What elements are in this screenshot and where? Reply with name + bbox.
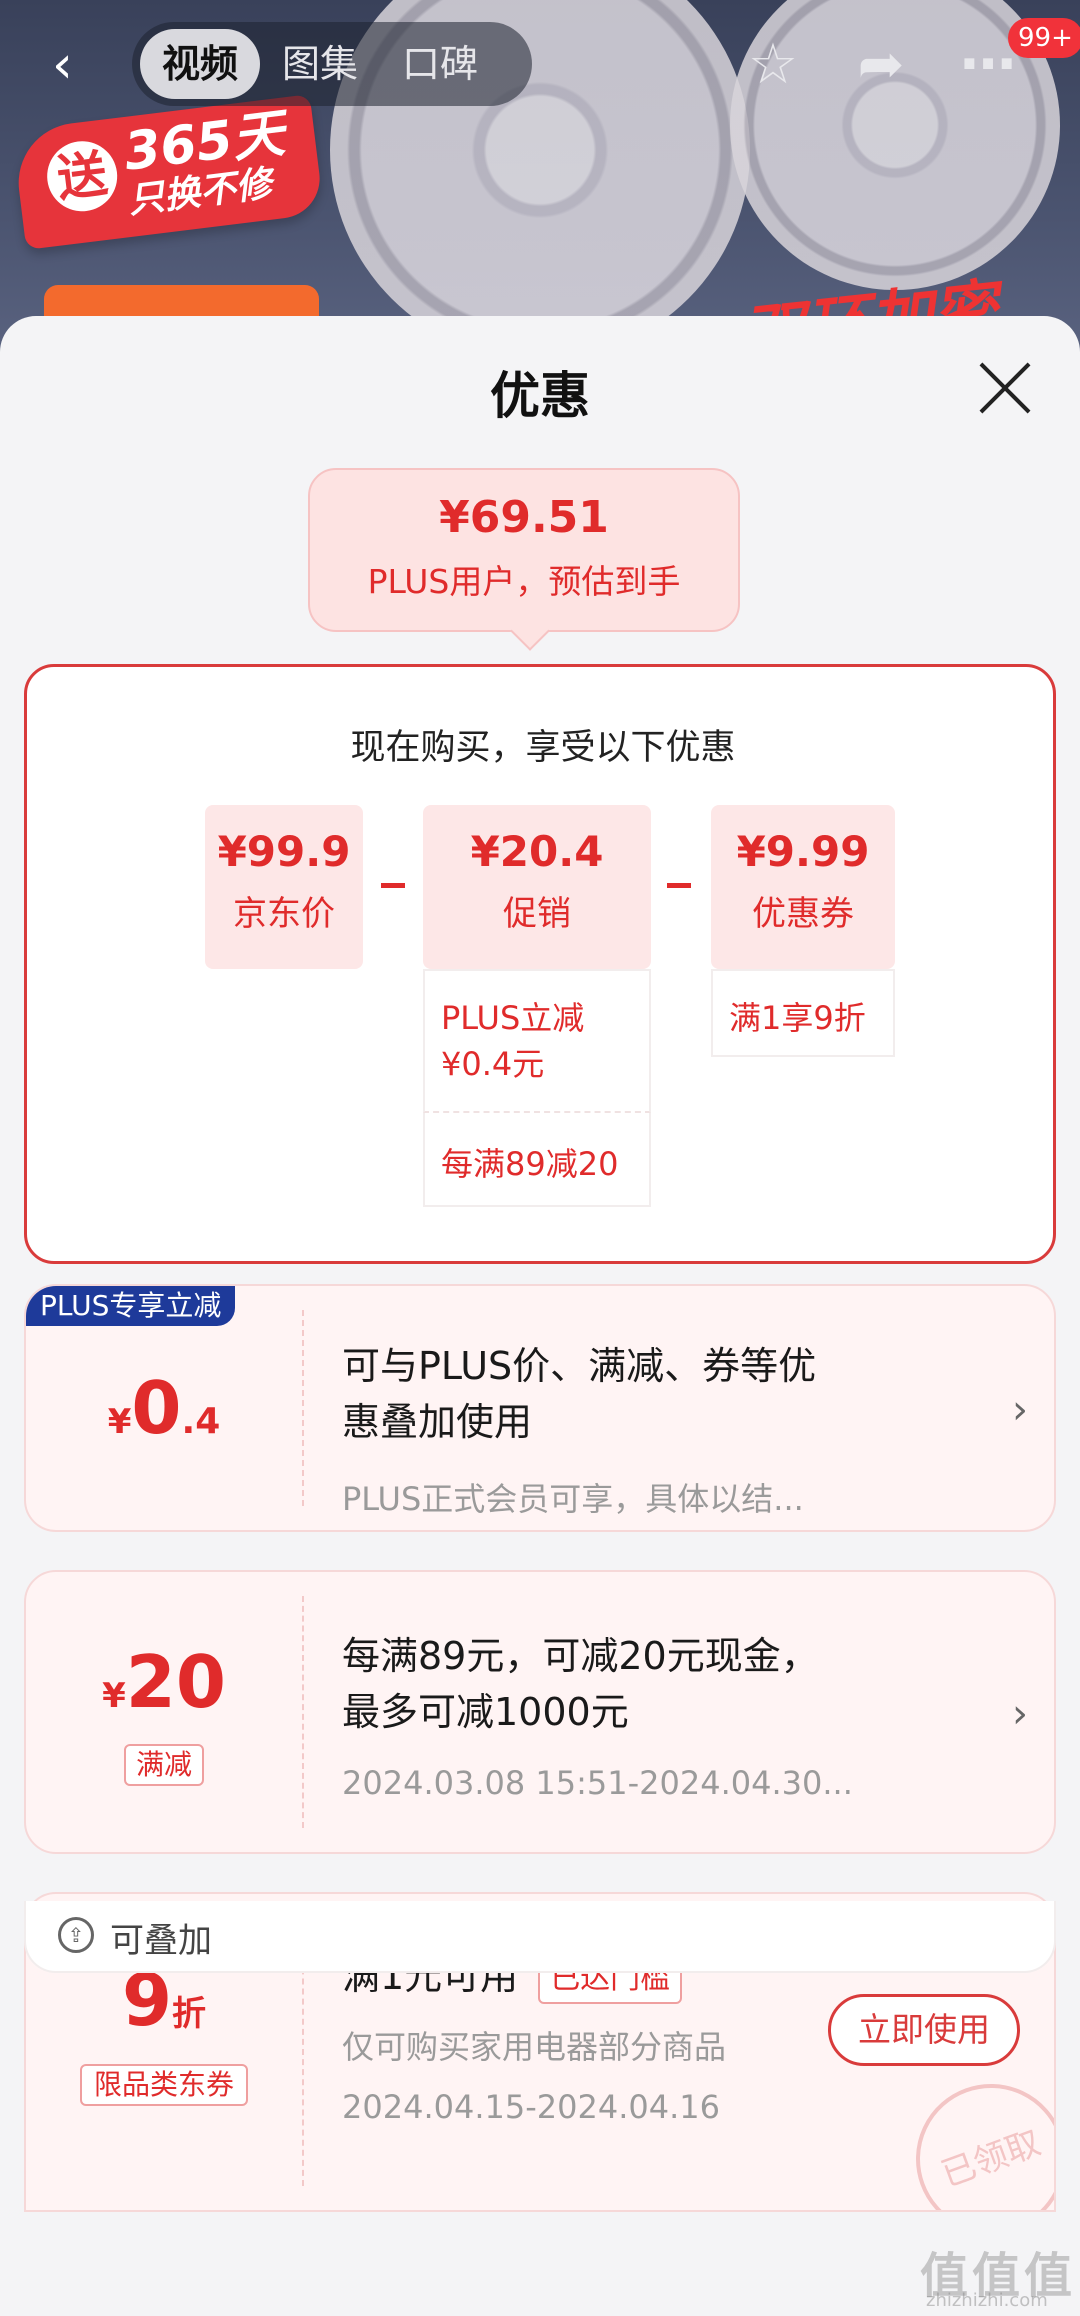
- coupon-scope: 仅可购买家用电器部分商品: [342, 2028, 727, 2066]
- message-count-badge: 99+: [1008, 18, 1080, 58]
- stackable-row: ⇪ 可叠加: [24, 1901, 1056, 1973]
- promotion-detail-threshold: 每满89减20: [423, 1113, 651, 1207]
- tab-reviews[interactable]: 口碑: [380, 29, 500, 99]
- estimated-price-label: PLUS用户，预估到手: [367, 562, 681, 601]
- full-reduction-tag: 满减: [124, 1744, 204, 1786]
- minus-sign: [381, 883, 405, 888]
- coupon-description-line1: 每满89元，可减20元现金，: [342, 1634, 819, 1678]
- tab-gallery[interactable]: 图集: [260, 29, 380, 99]
- coupon-card-full-reduction[interactable]: ¥20 满减 每满89元，可减20元现金， 最多可减1000元 2024.03.…: [24, 1570, 1056, 1854]
- watermark-url: zhizhizhi.com: [926, 2290, 1048, 2311]
- jd-price-value: ¥99.9: [217, 827, 351, 876]
- coupon-detail: 满1享9折: [711, 969, 895, 1057]
- amount-decimal: .4: [181, 1401, 221, 1442]
- coupon-amount: ¥0.4: [26, 1366, 302, 1450]
- coupon-box: ¥9.99 优惠券: [711, 805, 895, 969]
- coupon-amount: ¥20: [26, 1640, 302, 1724]
- coupon-date-range: 2024.04.15-2024.04.16: [342, 2088, 720, 2126]
- jd-price-label: 京东价: [233, 894, 335, 934]
- amount-number: 0: [131, 1366, 182, 1450]
- promotion-detail-plus: PLUS立减 ¥0.4元: [423, 969, 651, 1113]
- amount-number: 20: [125, 1640, 226, 1724]
- coupon-value: ¥9.99: [736, 827, 870, 876]
- currency-symbol: ¥: [107, 1402, 132, 1442]
- promotion-value: ¥20.4: [470, 827, 604, 876]
- sheet-title: 优惠: [490, 367, 590, 425]
- minus-sign: [667, 883, 691, 888]
- jd-price-box: ¥99.9 京东价: [205, 805, 363, 969]
- discount-sheet: 优惠 ¥69.51 PLUS用户，预估到手 现在购买，享受以下优惠 ¥99.9 …: [0, 316, 1080, 2316]
- coupon-date-range: 2024.03.08 15:51-2024.04.30...: [342, 1764, 853, 1802]
- promotion-label: 促销: [503, 894, 571, 934]
- use-now-button[interactable]: 立即使用: [828, 1994, 1020, 2066]
- stack-icon: ⇪: [58, 1917, 94, 1953]
- share-icon[interactable]: ➦: [846, 30, 916, 100]
- coupon-card-plus[interactable]: PLUS专享立减 ¥0.4 可与PLUS价、满减、券等优 惠叠加使用 PLUS正…: [24, 1284, 1056, 1532]
- chevron-right-icon[interactable]: ›: [1012, 1390, 1042, 1430]
- stackable-label: 可叠加: [110, 1921, 212, 1961]
- currency-symbol: ¥: [102, 1676, 126, 1716]
- category-coupon-tag: 限品类东券: [80, 2064, 248, 2106]
- back-icon[interactable]: ‹: [52, 39, 96, 91]
- coupon-description-line2: 最多可减1000元: [342, 1690, 629, 1734]
- coupon-label: 优惠券: [752, 894, 854, 934]
- coupon-description: 每满89元，可减20元现金， 最多可减1000元: [342, 1628, 819, 1740]
- coupon-divider: [302, 1596, 304, 1828]
- coupon-divider: [302, 1310, 304, 1506]
- plus-exclusive-tag: PLUS专享立减: [26, 1286, 236, 1326]
- coupon-description-line1: 可与PLUS价、满减、券等优: [342, 1344, 817, 1388]
- coupon-description: 可与PLUS价、满减、券等优 惠叠加使用: [342, 1338, 816, 1450]
- claimed-stamp: 已领取: [894, 2062, 1054, 2210]
- star-icon[interactable]: ☆: [738, 30, 808, 100]
- estimated-price-bubble: ¥69.51 PLUS用户，预估到手: [308, 468, 740, 632]
- discount-unit: 折: [172, 1994, 207, 2034]
- coupon-note: PLUS正式会员可享，具体以结...: [342, 1480, 804, 1518]
- promotion-box: ¥20.4 促销: [423, 805, 651, 969]
- price-breakdown: 现在购买，享受以下优惠 ¥99.9 京东价 ¥20.4 促销 PLUS立减 ¥0…: [24, 664, 1056, 1264]
- breakdown-title: 现在购买，享受以下优惠: [350, 728, 736, 768]
- coupon-description-line2: 惠叠加使用: [342, 1400, 533, 1444]
- tab-video[interactable]: 视频: [140, 29, 261, 99]
- close-icon[interactable]: [975, 358, 1035, 418]
- estimated-price: ¥69.51: [439, 492, 609, 543]
- chevron-right-icon[interactable]: ›: [1012, 1694, 1042, 1734]
- media-tabs: 视频 图集 口碑: [132, 22, 532, 106]
